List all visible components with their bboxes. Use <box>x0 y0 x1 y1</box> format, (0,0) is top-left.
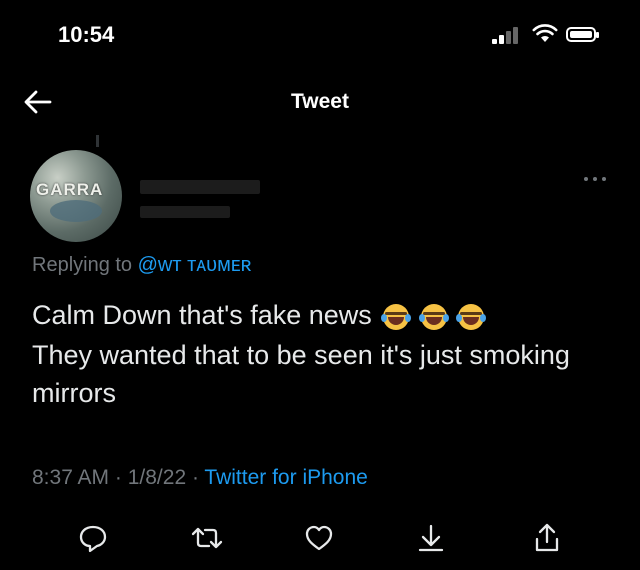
tweet-text-rest: They wanted that to be seen it's just sm… <box>32 339 570 408</box>
bookmark-download-icon[interactable] <box>414 521 448 555</box>
tweet-source[interactable]: Twitter for iPhone <box>204 466 367 489</box>
more-horizontal-icon[interactable] <box>582 172 608 186</box>
laughing-tears-emoji-icon <box>418 303 449 330</box>
tweet-text: Calm Down that's fake news They wanted t… <box>32 296 612 412</box>
tweet-date: 1/8/22 <box>127 466 187 489</box>
username-redacted[interactable] <box>140 206 230 218</box>
tweet-text-line1: Calm Down that's fake news <box>32 300 372 330</box>
tweet-time: 8:37 AM <box>32 466 110 489</box>
battery-icon <box>566 27 599 42</box>
avatar[interactable]: GARRA <box>30 150 122 242</box>
replying-to: Replying to @ᴡᴛ ᴛᴀᴜᴍᴇʀ <box>32 254 251 277</box>
page-title: Tweet <box>291 90 349 113</box>
tweet-header: Tweet <box>0 78 640 128</box>
cellular-signal-icon <box>492 26 522 44</box>
meta-separator: · <box>186 466 205 489</box>
meta-separator: · <box>109 466 128 489</box>
heart-icon[interactable] <box>302 521 336 555</box>
laughing-tears-emoji-icon <box>456 303 487 330</box>
action-bar <box>0 515 640 561</box>
share-icon[interactable] <box>530 521 564 555</box>
status-bar: 10:54 <box>0 0 640 70</box>
display-name-redacted[interactable] <box>140 180 260 194</box>
replying-to-label: Replying to <box>32 254 138 276</box>
wifi-icon <box>532 24 558 42</box>
avatar-logo-text: GARRA <box>36 180 104 199</box>
replying-to-handle[interactable]: @ᴡᴛ ᴛᴀᴜᴍᴇʀ <box>138 254 252 276</box>
laughing-tears-emoji-icon <box>381 303 412 330</box>
tweet-meta: 8:37 AM · 1/8/22 · Twitter for iPhone <box>32 466 368 490</box>
emoji-group <box>379 298 487 336</box>
thread-connector <box>96 135 99 147</box>
status-time: 10:54 <box>58 22 115 47</box>
retweet-icon[interactable] <box>190 521 224 555</box>
reply-icon[interactable] <box>76 521 110 555</box>
avatar-emblem <box>50 200 102 222</box>
